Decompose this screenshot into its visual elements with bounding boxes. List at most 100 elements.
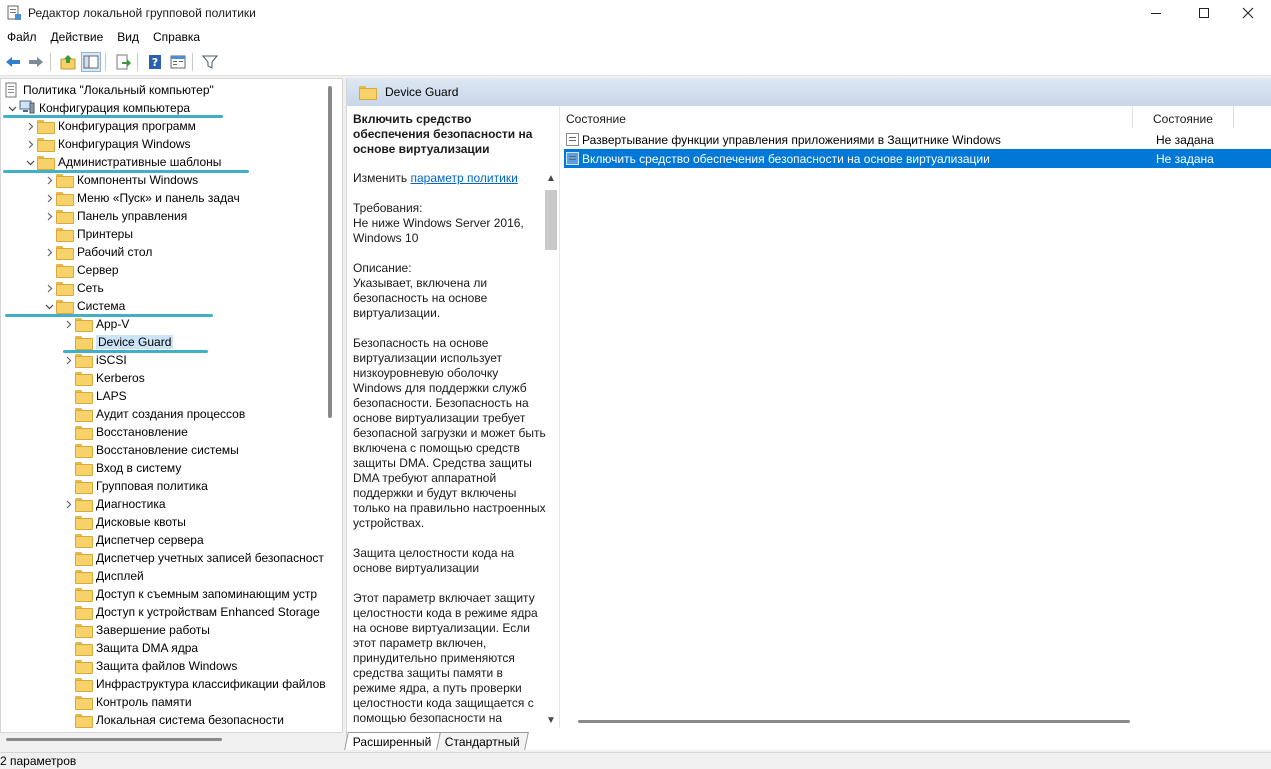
scroll-down-icon[interactable]: ▼ xyxy=(543,712,559,728)
menu-file[interactable]: Файл xyxy=(0,30,44,44)
no-expander xyxy=(61,369,75,387)
chevron-right-icon[interactable] xyxy=(61,495,75,513)
description-scrollbar[interactable]: ▲ ▼ xyxy=(543,170,559,728)
tree-item[interactable]: Сервер xyxy=(42,261,119,279)
tree-item[interactable]: Групповая политика xyxy=(61,477,208,495)
tree-item[interactable]: Компоненты Windows xyxy=(42,171,198,189)
tab-standard[interactable]: Стандартный xyxy=(435,732,529,750)
folder-icon xyxy=(75,336,93,350)
column-separator[interactable] xyxy=(1233,106,1234,128)
chevron-right-icon[interactable] xyxy=(61,351,75,369)
folder-icon xyxy=(75,534,93,548)
chevron-right-icon[interactable] xyxy=(42,243,56,261)
folder-icon xyxy=(75,606,93,620)
tree-root[interactable]: Политика "Локальный компьютер" xyxy=(3,81,214,99)
scroll-up-icon[interactable]: ▲ xyxy=(543,170,559,186)
maximize-button[interactable] xyxy=(1181,0,1227,26)
navigation-tree[interactable]: Политика "Локальный компьютер" Конфигура… xyxy=(0,78,343,733)
tree-item[interactable]: Локальная система безопасности xyxy=(61,711,284,729)
no-expander xyxy=(61,477,75,495)
chevron-down-icon[interactable] xyxy=(42,297,56,315)
chevron-right-icon[interactable] xyxy=(42,207,56,225)
tree-item[interactable]: LAPS xyxy=(61,387,127,405)
tree-item[interactable]: Доступ к съемным запоминающим устр xyxy=(61,585,317,603)
up-one-level-button[interactable] xyxy=(58,52,78,72)
tree-vertical-scrollbar[interactable] xyxy=(328,86,332,418)
help-button[interactable]: ? xyxy=(145,52,165,72)
show-hide-tree-button[interactable] xyxy=(81,51,101,72)
properties-button[interactable] xyxy=(168,52,188,72)
setting-row[interactable]: Развертывание функции управления приложе… xyxy=(564,130,1271,149)
scroll-thumb[interactable] xyxy=(545,190,557,250)
tree-item[interactable]: Восстановление системы xyxy=(61,441,239,459)
tree-item[interactable]: Панель управления xyxy=(42,207,187,225)
chevron-right-icon[interactable] xyxy=(42,279,56,297)
minimize-button[interactable] xyxy=(1133,0,1179,26)
setting-row-selected[interactable]: Включить средство обеспечения безопаснос… xyxy=(564,149,1271,168)
tree-item[interactable]: Сеть xyxy=(42,279,104,297)
tree-item[interactable]: iSCSI xyxy=(61,351,127,369)
tree-item[interactable]: Диагностика xyxy=(61,495,166,513)
tree-item[interactable]: Завершение работы xyxy=(61,621,210,639)
tree-item[interactable]: Диспетчер учетных записей безопасност xyxy=(61,549,324,567)
forward-button[interactable] xyxy=(26,52,46,72)
tree-item[interactable]: Принтеры xyxy=(42,225,133,243)
tree-item[interactable]: Восстановление xyxy=(61,423,188,441)
settings-list[interactable]: Состояние Состояние Развертывание функци… xyxy=(559,106,1271,728)
tree-item[interactable]: Конфигурация программ xyxy=(23,117,196,135)
export-list-button[interactable] xyxy=(113,52,133,72)
column-header-setting[interactable]: Состояние xyxy=(566,110,626,128)
menu-action[interactable]: Действие xyxy=(44,30,111,44)
annotation-underline xyxy=(5,314,213,317)
tree-item[interactable]: App-V xyxy=(61,315,129,333)
tree-item[interactable]: Конфигурация Windows xyxy=(23,135,191,153)
tree-item[interactable]: Дисковые квоты xyxy=(61,513,186,531)
tree-item[interactable]: Контроль памяти xyxy=(61,693,192,711)
column-header-state[interactable]: Состояние xyxy=(1153,110,1213,128)
folder-icon xyxy=(75,552,93,566)
no-expander xyxy=(61,585,75,603)
folder-icon xyxy=(75,660,93,674)
tree-item[interactable]: Kerberos xyxy=(61,369,145,387)
tree-item[interactable]: Доступ к устройствам Enhanced Storage xyxy=(61,603,320,621)
tree-item[interactable]: Административные шаблоны xyxy=(23,153,221,171)
tab-extended[interactable]: Расширенный xyxy=(344,732,441,750)
tree-item[interactable]: Аудит создания процессов xyxy=(61,405,245,423)
minimize-icon xyxy=(1151,13,1161,14)
column-separator[interactable] xyxy=(1132,106,1133,128)
help-icon: ? xyxy=(149,54,161,69)
back-button[interactable] xyxy=(3,52,23,72)
tree-item[interactable]: Вход в систему xyxy=(61,459,181,477)
tree-item-label: iSCSI xyxy=(96,353,127,367)
filter-button[interactable] xyxy=(200,52,220,72)
menu-help[interactable]: Справка xyxy=(146,30,207,44)
chevron-right-icon[interactable] xyxy=(23,135,37,153)
tree-item[interactable]: Device Guard xyxy=(61,333,174,351)
tree-item[interactable]: Защита DMA ядра xyxy=(61,639,198,657)
tree-item[interactable]: Дисплей xyxy=(61,567,144,585)
tree-item[interactable]: Защита файлов Windows xyxy=(61,657,237,675)
back-arrow-icon xyxy=(6,56,20,67)
list-horizontal-scrollbar[interactable] xyxy=(578,720,1130,723)
edit-policy-line: Изменить параметр политики xyxy=(353,171,518,185)
chevron-right-icon[interactable] xyxy=(61,315,75,333)
tree-item[interactable]: Инфраструктура классификации файлов xyxy=(61,675,326,693)
chevron-right-icon[interactable] xyxy=(42,189,56,207)
folder-icon xyxy=(75,318,93,332)
chevron-down-icon[interactable] xyxy=(23,153,37,171)
window-title: Редактор локальной групповой политики xyxy=(28,6,256,20)
tree-item[interactable]: Меню «Пуск» и панель задач xyxy=(42,189,240,207)
folder-icon xyxy=(75,390,93,404)
chevron-right-icon[interactable] xyxy=(23,117,37,135)
chevron-right-icon[interactable] xyxy=(42,171,56,189)
tree-item-label: Device Guard xyxy=(96,335,174,349)
menu-view[interactable]: Вид xyxy=(110,30,146,44)
tree-item[interactable]: Диспетчер сервера xyxy=(61,531,204,549)
tree-item[interactable]: Система xyxy=(42,297,125,315)
close-button[interactable] xyxy=(1225,0,1271,26)
tree-horizontal-scrollbar[interactable] xyxy=(6,738,222,741)
no-expander xyxy=(61,675,75,693)
tree-item[interactable]: Рабочий стол xyxy=(42,243,152,261)
setting-state: Не задана xyxy=(1156,151,1214,166)
edit-policy-link[interactable]: параметр политики xyxy=(410,171,517,185)
